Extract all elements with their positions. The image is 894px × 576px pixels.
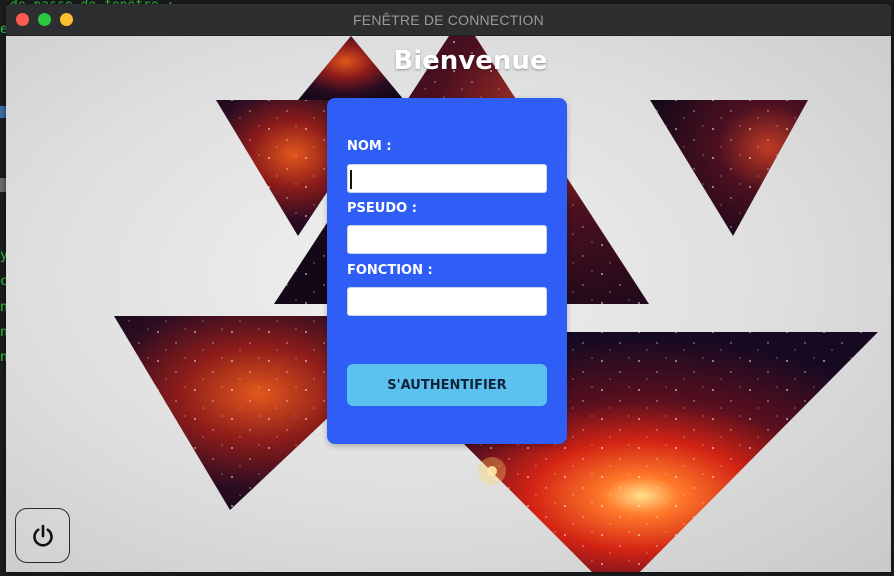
title-bar[interactable]: FENÊTRE DE CONNECTION	[6, 4, 891, 36]
fonction-label: FONCTION :	[347, 263, 433, 278]
nom-input[interactable]	[347, 164, 547, 193]
login-window: FENÊTRE DE CONNECTION Bienvenue NOM: PS…	[6, 4, 891, 572]
power-button[interactable]	[15, 508, 70, 563]
authenticate-button[interactable]: S'AUTHENTIFIER	[347, 364, 547, 406]
window-content: Bienvenue NOM : PSEUDO : FONCTION : S'AU…	[6, 36, 891, 572]
login-panel: NOM : PSEUDO : FONCTION : S'AUTHENTIFIER	[327, 98, 567, 444]
window-title: FENÊTRE DE CONNECTION	[353, 12, 544, 28]
pseudo-label: PSEUDO :	[347, 201, 417, 216]
nom-label: NOM :	[347, 139, 392, 154]
welcome-text: Bienvenue	[393, 46, 548, 76]
text-caret	[350, 170, 352, 189]
welcome-heading: Bienvenue	[6, 46, 891, 76]
pseudo-input[interactable]	[347, 225, 547, 254]
power-icon	[32, 524, 53, 547]
fonction-input[interactable]	[347, 287, 547, 316]
